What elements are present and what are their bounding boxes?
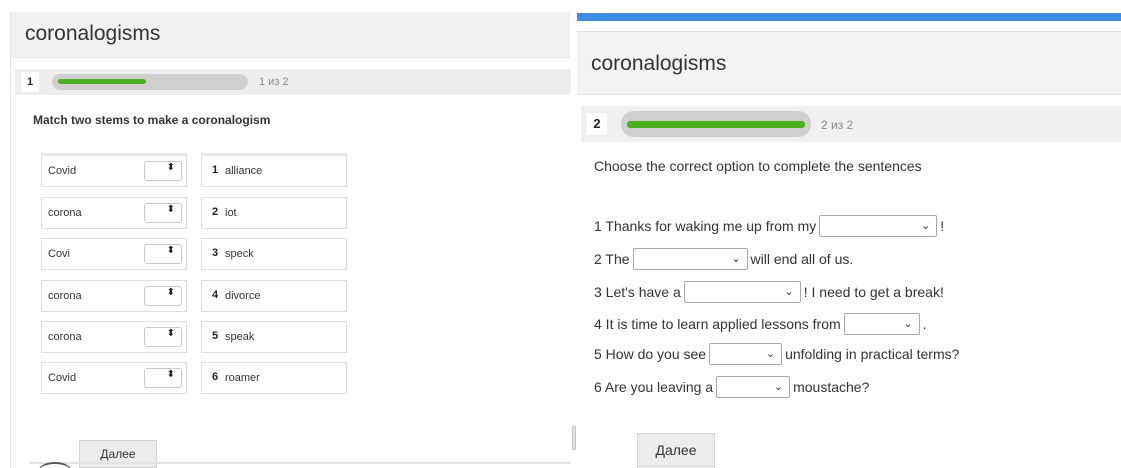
sentence-text-before: 4 It is time to learn applied lessons fr… (594, 316, 841, 332)
sentence-1: 1 Thanks for waking me up from my ⌄ ! (594, 215, 944, 237)
match-select[interactable]: ⬍ (144, 244, 182, 264)
match-select[interactable]: ⬍ (144, 203, 182, 223)
stem-text: Covi (48, 248, 71, 260)
progress-track (621, 111, 811, 137)
match-select[interactable]: ⬍ (144, 327, 182, 347)
select-arrow-icon: ⬍ (166, 245, 175, 256)
sentence-text-after: moustache? (793, 379, 870, 395)
match-item: 6 roamer (201, 362, 347, 394)
match-word: alliance (225, 165, 263, 177)
chevron-down-icon: ⌄ (903, 318, 913, 330)
answer-select[interactable]: ⌄ (716, 376, 791, 398)
select-arrow-icon: ⬍ (166, 162, 175, 173)
next-button[interactable]: Далее (637, 433, 715, 467)
divider (30, 462, 570, 464)
stem-row: corona ⬍ (41, 280, 187, 312)
chevron-down-icon: ⌄ (784, 286, 794, 298)
answer-select[interactable]: ⌄ (632, 248, 748, 270)
match-number: 2 (212, 206, 219, 218)
sentence-text-before: 6 Are you leaving a (594, 379, 714, 395)
question-number: 1 (21, 72, 39, 92)
progress-row: 2 2 из 2 (581, 106, 1121, 142)
stem-text: corona (48, 331, 82, 343)
match-number: 5 (212, 330, 219, 342)
sentence-text-after: . (922, 316, 927, 332)
quiz-panel-question-2: coronalogisms 2 2 из 2 Choose the correc… (577, 0, 1121, 468)
match-word: speak (225, 331, 255, 343)
chevron-down-icon: ⌄ (731, 253, 741, 265)
progress-track (52, 74, 248, 90)
quiz-header: coronalogisms (577, 31, 1121, 95)
sentence-text-after: ! I need to get a break! (803, 284, 944, 300)
match-item: 2 iot (201, 197, 347, 229)
stem-row: Covid ⬍ (41, 362, 187, 394)
answer-select[interactable]: ⌄ (843, 313, 920, 335)
select-arrow-icon: ⬍ (166, 204, 175, 215)
progress-fill (58, 79, 146, 84)
stem-row: Covid ⬍ (41, 155, 187, 187)
sentence-2: 2 The ⌄ will end all of us. (594, 248, 853, 270)
sentence-text-before: 3 Let's have a (594, 284, 681, 300)
stem-text: corona (48, 207, 82, 219)
quiz-title: coronalogisms (25, 22, 161, 45)
stem-row: corona ⬍ (41, 197, 187, 229)
match-word: divorce (225, 290, 261, 302)
quiz-title: coronalogisms (591, 52, 727, 75)
question-number: 2 (587, 113, 607, 135)
sentence-5: 5 How do you see ⌄ unfolding in practica… (594, 343, 959, 365)
progress-count: 1 из 2 (259, 76, 289, 88)
match-word: speck (225, 248, 254, 260)
match-item: 4 divorce (201, 280, 347, 312)
stem-text: corona (48, 290, 82, 302)
chevron-down-icon: ⌄ (765, 348, 776, 360)
match-word: roamer (225, 372, 260, 384)
sentence-text-after: ! (940, 218, 945, 234)
stem-text: Covid (48, 165, 77, 177)
match-number: 1 (212, 164, 219, 176)
match-item: 5 speak (201, 321, 347, 353)
sentence-3: 3 Let's have a ⌄ ! I need to get a break… (594, 281, 944, 303)
browser-accent-bar (577, 13, 1121, 21)
chevron-down-icon: ⌄ (921, 220, 931, 232)
answer-select[interactable]: ⌄ (683, 281, 801, 303)
sentence-text-before: 1 Thanks for waking me up from my (594, 218, 817, 234)
progress-row: 1 1 из 2 (15, 69, 571, 95)
answer-select[interactable]: ⌄ (709, 343, 783, 365)
question-instruction: Match two stems to make a coronalogism (33, 113, 271, 127)
sentence-text-before: 5 How do you see (594, 346, 707, 362)
match-select[interactable]: ⬍ (144, 286, 182, 306)
sentence-text-before: 2 The (594, 251, 630, 267)
match-select[interactable]: ⬍ (144, 368, 182, 388)
match-item: 1 alliance (201, 155, 347, 187)
stem-row: corona ⬍ (41, 321, 187, 353)
select-arrow-icon: ⬍ (166, 328, 175, 339)
sentence-text-after: will end all of us. (750, 251, 854, 267)
match-item: 3 speck (201, 238, 347, 270)
answer-select[interactable]: ⌄ (819, 215, 938, 237)
chevron-down-icon: ⌄ (773, 381, 784, 393)
sentence-text-after: unfolding in practical terms? (785, 346, 960, 362)
match-select[interactable]: ⬍ (144, 161, 182, 181)
scrollbar-edge[interactable] (572, 426, 576, 450)
match-number: 4 (212, 289, 219, 301)
quiz-panel-question-1: coronalogisms 1 1 из 2 Match two stems t… (10, 12, 571, 468)
progress-fill (627, 121, 805, 128)
select-arrow-icon: ⬍ (166, 369, 175, 380)
sentence-6: 6 Are you leaving a ⌄ moustache? (594, 376, 869, 398)
progress-count: 2 из 2 (821, 118, 854, 132)
sentence-4: 4 It is time to learn applied lessons fr… (594, 313, 927, 335)
stem-row: Covi ⬍ (41, 238, 187, 270)
match-number: 3 (212, 247, 219, 259)
stem-text: Covid (48, 372, 77, 384)
question-instruction: Choose the correct option to complete th… (594, 158, 922, 174)
match-word: iot (225, 207, 237, 219)
quiz-header: coronalogisms (11, 12, 570, 58)
select-arrow-icon: ⬍ (166, 287, 175, 298)
match-number: 6 (212, 371, 219, 383)
